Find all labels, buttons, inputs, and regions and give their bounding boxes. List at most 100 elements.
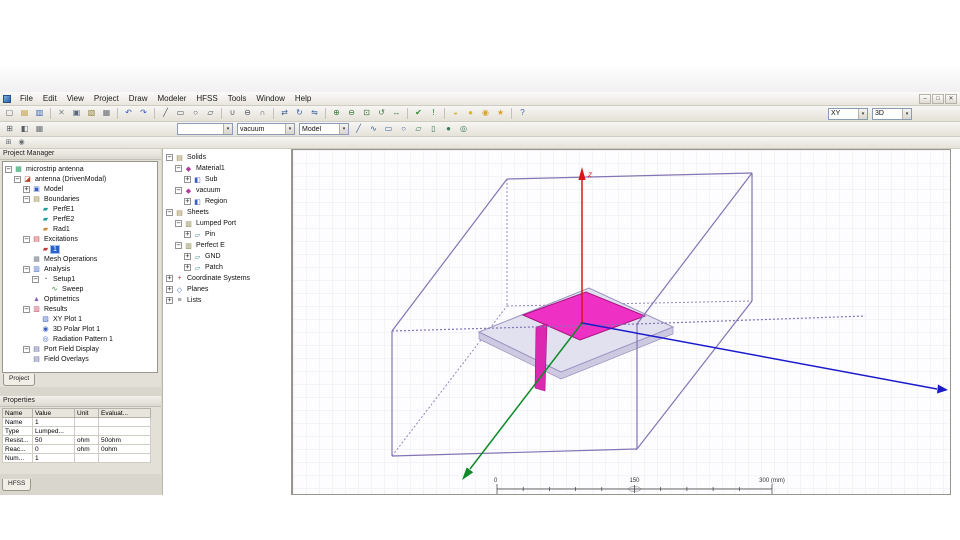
tree-item[interactable]: ▰ Rad1 bbox=[3, 224, 157, 234]
properties-row[interactable]: Name 1 bbox=[2, 417, 151, 427]
tree-item[interactable]: − ▥ Results bbox=[3, 304, 157, 314]
tree-item[interactable]: − ▤ Port Field Display bbox=[3, 344, 157, 354]
properties-row[interactable]: Type Lumped... bbox=[2, 426, 151, 436]
chevron-down-icon[interactable]: ▾ bbox=[223, 124, 232, 134]
menu-hfss[interactable]: HFSS bbox=[191, 93, 222, 104]
tree-item[interactable]: − ◆ vacuum bbox=[164, 185, 291, 196]
sphere-tool-icon[interactable]: ● bbox=[442, 123, 455, 136]
spline-tool-icon[interactable]: ∿ bbox=[367, 123, 380, 136]
tree-item[interactable]: + ▣ Model bbox=[3, 184, 157, 194]
torus-tool-icon[interactable]: ◎ bbox=[457, 123, 470, 136]
cylinder-tool-icon[interactable]: ▯ bbox=[427, 123, 440, 136]
new-file-icon[interactable]: ▢ bbox=[3, 107, 16, 120]
tree-item[interactable]: − ▥ Lumped Port bbox=[164, 218, 291, 229]
tree-item[interactable]: ∿ Sweep bbox=[3, 284, 157, 294]
redo-icon[interactable]: ↷ bbox=[137, 107, 150, 120]
tree-item[interactable]: ▲ Optimetrics bbox=[3, 294, 157, 304]
expand-icon[interactable]: + bbox=[166, 275, 173, 282]
rotate-object-icon[interactable]: ↻ bbox=[293, 107, 306, 120]
expand-icon[interactable]: + bbox=[184, 198, 191, 205]
analyze-all-icon[interactable]: ! bbox=[427, 107, 440, 120]
tree-item[interactable]: − ▤ Boundaries bbox=[3, 194, 157, 204]
chevron-down-icon[interactable]: ▾ bbox=[902, 108, 911, 119]
properties-row[interactable]: Num... 1 bbox=[2, 453, 151, 463]
tree-item[interactable]: ▰ 1 bbox=[3, 244, 157, 254]
tree-item[interactable]: − ▦ microstrip antenna bbox=[3, 164, 157, 174]
collapse-icon[interactable]: − bbox=[175, 187, 182, 194]
close-icon[interactable]: ✕ bbox=[945, 93, 957, 104]
snap-center-icon[interactable]: ◉ bbox=[16, 138, 27, 148]
project-tab[interactable]: Project bbox=[3, 374, 36, 386]
undo-icon[interactable]: ↶ bbox=[122, 107, 135, 120]
tree-item[interactable]: ▦ Mesh Operations bbox=[3, 254, 157, 264]
rotate-view-icon[interactable]: ↺ bbox=[375, 107, 388, 120]
viewport[interactable]: z 0 150 300 (mm) bbox=[292, 149, 951, 495]
polyline-tool-icon[interactable]: ╱ bbox=[352, 123, 365, 136]
help-icon[interactable]: ? bbox=[516, 107, 529, 120]
plane-combobox[interactable]: XY ▾ bbox=[828, 107, 868, 120]
view-mode-combobox[interactable]: 3D ▾ bbox=[872, 107, 912, 120]
modeler-canvas[interactable]: z 0 150 300 (mm) bbox=[293, 150, 950, 494]
collapse-icon[interactable]: − bbox=[23, 195, 30, 203]
model-combobox[interactable]: Model ▾ bbox=[299, 123, 349, 135]
tree-item[interactable]: − ▤ Solids bbox=[164, 152, 291, 163]
save-icon[interactable]: ▥ bbox=[33, 107, 46, 120]
tree-item[interactable]: + ◧ Sub bbox=[164, 174, 291, 185]
print-icon[interactable]: ▦ bbox=[100, 107, 113, 120]
tree-item[interactable]: − ◪ antenna (DrivenModal) bbox=[3, 174, 157, 184]
material-combobox[interactable]: vacuum ▾ bbox=[237, 123, 295, 135]
zoom-in-icon[interactable]: ⊕ bbox=[330, 107, 343, 120]
collapse-icon[interactable]: − bbox=[166, 154, 173, 161]
expand-icon[interactable]: + bbox=[184, 264, 191, 271]
properties-column-header[interactable]: Unit bbox=[74, 408, 99, 418]
collapse-icon[interactable]: − bbox=[23, 265, 30, 273]
ellipse-tool-icon[interactable]: ○ bbox=[397, 123, 410, 136]
properties-row[interactable]: Reac... 0 ohm 0ohm bbox=[2, 444, 151, 454]
tree-item[interactable]: ▰ PerfE1 bbox=[3, 204, 157, 214]
menu-window[interactable]: Window bbox=[251, 93, 289, 104]
section-view-icon[interactable]: ◧ bbox=[18, 123, 31, 136]
menu-file[interactable]: File bbox=[15, 93, 38, 104]
tree-item[interactable]: + ▱ Pin bbox=[164, 229, 291, 240]
minimize-icon[interactable]: – bbox=[919, 93, 931, 104]
draw-line-icon[interactable]: ╱ bbox=[159, 107, 172, 120]
collapse-icon[interactable]: − bbox=[23, 235, 30, 243]
tree-item[interactable]: + ◇ Planes bbox=[164, 284, 291, 295]
collapse-icon[interactable]: − bbox=[32, 275, 39, 283]
menu-modeler[interactable]: Modeler bbox=[152, 93, 191, 104]
expand-icon[interactable]: + bbox=[184, 176, 191, 183]
properties-header[interactable]: Properties bbox=[0, 396, 161, 407]
properties-row[interactable]: Resist... 50 ohm 50ohm bbox=[2, 435, 151, 445]
expand-icon[interactable]: + bbox=[166, 286, 173, 293]
optimetrics-results-icon[interactable]: ★ bbox=[494, 107, 507, 120]
tree-item[interactable]: − ◆ Material1 bbox=[164, 163, 291, 174]
rectangle-tool-icon[interactable]: ▭ bbox=[382, 123, 395, 136]
chevron-down-icon[interactable]: ▾ bbox=[285, 124, 294, 134]
move-icon[interactable]: ⇄ bbox=[278, 107, 291, 120]
menu-project[interactable]: Project bbox=[89, 93, 124, 104]
part-combobox[interactable]: ▾ bbox=[177, 123, 233, 135]
tree-item[interactable]: + ≡ Lists bbox=[164, 295, 291, 306]
tree-item[interactable]: ▰ PerfE2 bbox=[3, 214, 157, 224]
draw-rectangle-icon[interactable]: ▭ bbox=[174, 107, 187, 120]
collapse-icon[interactable]: − bbox=[23, 345, 30, 353]
expand-icon[interactable]: + bbox=[184, 253, 191, 260]
solution-data-icon[interactable]: ◒ bbox=[449, 107, 462, 120]
zoom-out-icon[interactable]: ⊖ bbox=[345, 107, 358, 120]
menu-view[interactable]: View bbox=[62, 93, 89, 104]
tree-item[interactable]: + ◧ Region bbox=[164, 196, 291, 207]
properties-column-header[interactable]: Evaluat... bbox=[98, 408, 151, 418]
menu-draw[interactable]: Draw bbox=[124, 93, 153, 104]
expand-icon[interactable]: + bbox=[184, 231, 191, 238]
collapse-icon[interactable]: − bbox=[175, 242, 182, 249]
pan-view-icon[interactable]: ↔ bbox=[390, 107, 403, 120]
tree-item[interactable]: ◉ 3D Polar Plot 1 bbox=[3, 324, 157, 334]
fit-all-icon[interactable]: ⊡ bbox=[360, 107, 373, 120]
tree-item[interactable]: ◎ Radiation Pattern 1 bbox=[3, 334, 157, 344]
hfss-tab[interactable]: HFSS bbox=[2, 479, 32, 491]
open-folder-icon[interactable]: ▤ bbox=[18, 107, 31, 120]
collapse-icon[interactable]: − bbox=[14, 175, 21, 183]
tree-item[interactable]: + + Coordinate Systems bbox=[164, 273, 291, 284]
collapse-icon[interactable]: − bbox=[166, 209, 173, 216]
tree-item[interactable]: + ▱ Patch bbox=[164, 262, 291, 273]
